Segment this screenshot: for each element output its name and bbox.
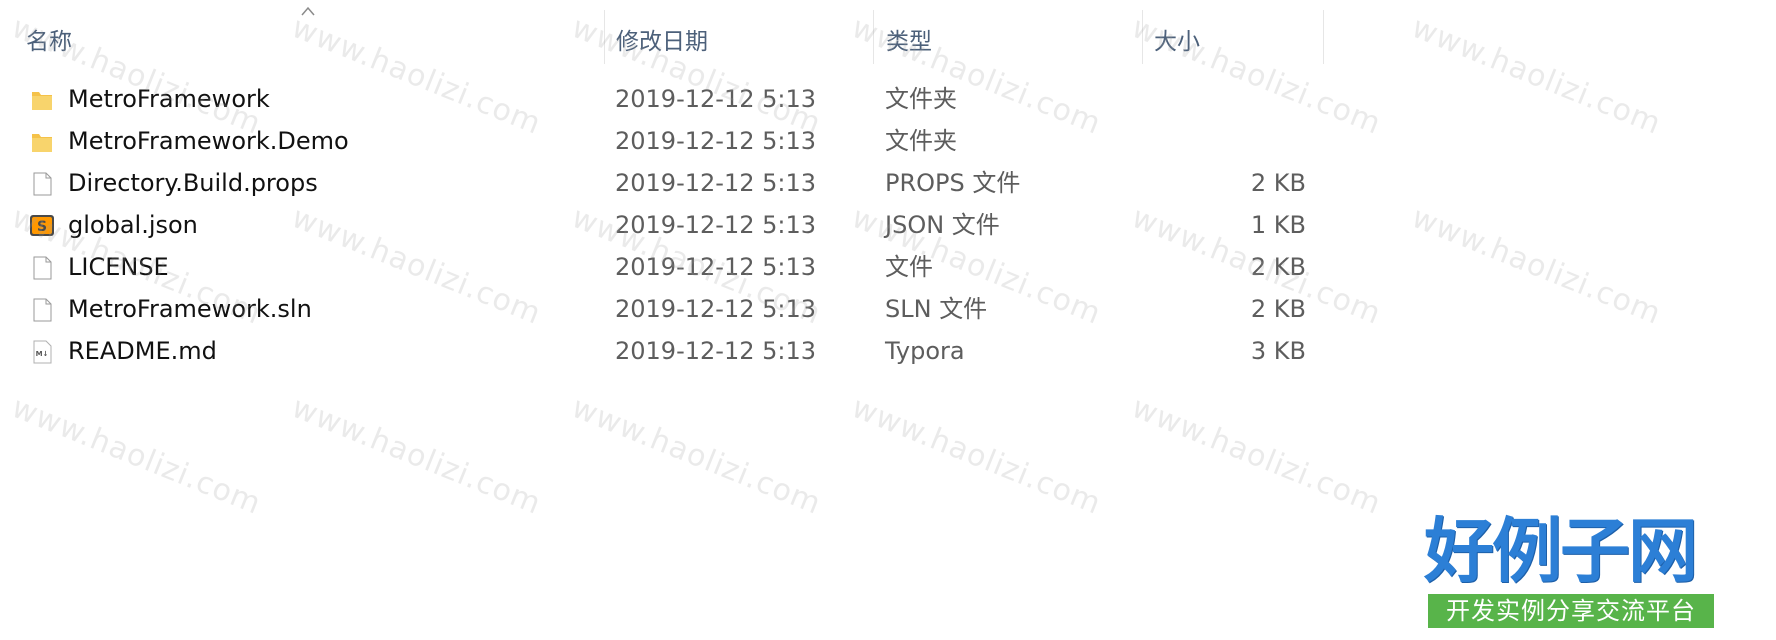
- watermark-text: www.haolizi.com: [846, 390, 1107, 522]
- file-size: [1200, 78, 1306, 120]
- watermark-text: www.haolizi.com: [6, 390, 267, 522]
- file-name: MetroFramework: [68, 85, 270, 113]
- logo-title: 好例子网: [1424, 509, 1698, 592]
- file-date: 2019-12-12 5:13: [615, 127, 816, 155]
- file-size: 3 KB: [1250, 337, 1306, 365]
- file-row[interactable]: MetroFramework.Demo 2019-12-12 5:13 文件夹: [0, 120, 1776, 162]
- file-size: 2 KB: [1250, 295, 1306, 323]
- file-icon: [33, 172, 52, 196]
- svg-text:M↓: M↓: [36, 350, 49, 358]
- file-size: 2 KB: [1250, 253, 1306, 281]
- file-date: 2019-12-12 5:13: [615, 337, 816, 365]
- file-type: Typora: [885, 337, 965, 365]
- column-header-size[interactable]: 大小: [1152, 22, 1314, 62]
- file-icon: [33, 256, 52, 280]
- file-date: 2019-12-12 5:13: [615, 211, 816, 239]
- file-type: JSON 文件: [885, 211, 1000, 239]
- file-type: PROPS 文件: [885, 169, 1021, 197]
- file-date: 2019-12-12 5:13: [615, 85, 816, 113]
- file-date: 2019-12-12 5:13: [615, 295, 816, 323]
- column-separator[interactable]: [604, 10, 605, 64]
- file-icon: [33, 298, 52, 322]
- folder-icon: [32, 92, 52, 110]
- file-type: 文件: [885, 253, 933, 281]
- file-type: 文件夹: [885, 85, 957, 113]
- column-header-bar: 名称 修改日期 类型 大小: [0, 0, 1776, 80]
- file-row[interactable]: S global.json 2019-12-12 5:13 JSON 文件 1 …: [0, 204, 1776, 246]
- file-row[interactable]: MetroFramework 2019-12-12 5:13 文件夹: [0, 78, 1776, 120]
- logo-subtitle: 开发实例分享交流平台: [1428, 594, 1714, 628]
- markdown-icon: M↓: [33, 340, 52, 364]
- file-name: MetroFramework.sln: [68, 295, 312, 323]
- file-type: SLN 文件: [885, 295, 988, 323]
- file-size: [1200, 120, 1306, 162]
- column-separator[interactable]: [1142, 10, 1143, 64]
- file-row[interactable]: Directory.Build.props 2019-12-12 5:13 PR…: [0, 162, 1776, 204]
- file-type: 文件夹: [885, 127, 957, 155]
- file-name: global.json: [68, 211, 198, 239]
- file-size: 1 KB: [1250, 211, 1306, 239]
- sort-ascending-icon[interactable]: [301, 6, 315, 16]
- site-logo: 好例子网 开发实例分享交流平台: [1424, 512, 1720, 632]
- column-header-date[interactable]: 修改日期: [614, 22, 866, 62]
- file-name: LICENSE: [68, 253, 169, 281]
- file-explorer: 名称 修改日期 类型 大小 MetroFramework 2019-12-12 …: [0, 0, 1776, 640]
- column-separator[interactable]: [1323, 10, 1324, 64]
- watermark-text: www.haolizi.com: [286, 390, 547, 522]
- file-date: 2019-12-12 5:13: [615, 253, 816, 281]
- watermark-text: www.haolizi.com: [1126, 390, 1387, 522]
- file-size: 2 KB: [1250, 169, 1306, 197]
- svg-text:S: S: [37, 219, 47, 235]
- file-date: 2019-12-12 5:13: [615, 169, 816, 197]
- file-row[interactable]: MetroFramework.sln 2019-12-12 5:13 SLN 文…: [0, 288, 1776, 330]
- column-separator[interactable]: [873, 10, 874, 64]
- file-name: README.md: [68, 337, 217, 365]
- column-header-name[interactable]: 名称: [24, 22, 546, 62]
- file-row[interactable]: LICENSE 2019-12-12 5:13 文件 2 KB: [0, 246, 1776, 288]
- column-header-type[interactable]: 类型: [884, 22, 1136, 62]
- file-name: Directory.Build.props: [68, 169, 318, 197]
- watermark-text: www.haolizi.com: [566, 390, 827, 522]
- folder-icon: [32, 134, 52, 152]
- file-list: MetroFramework 2019-12-12 5:13 文件夹 Metro…: [0, 78, 1776, 372]
- sublime-text-icon: S: [30, 215, 54, 236]
- file-name: MetroFramework.Demo: [68, 127, 349, 155]
- file-row[interactable]: M↓ README.md 2019-12-12 5:13 Typora 3 KB: [0, 330, 1776, 372]
